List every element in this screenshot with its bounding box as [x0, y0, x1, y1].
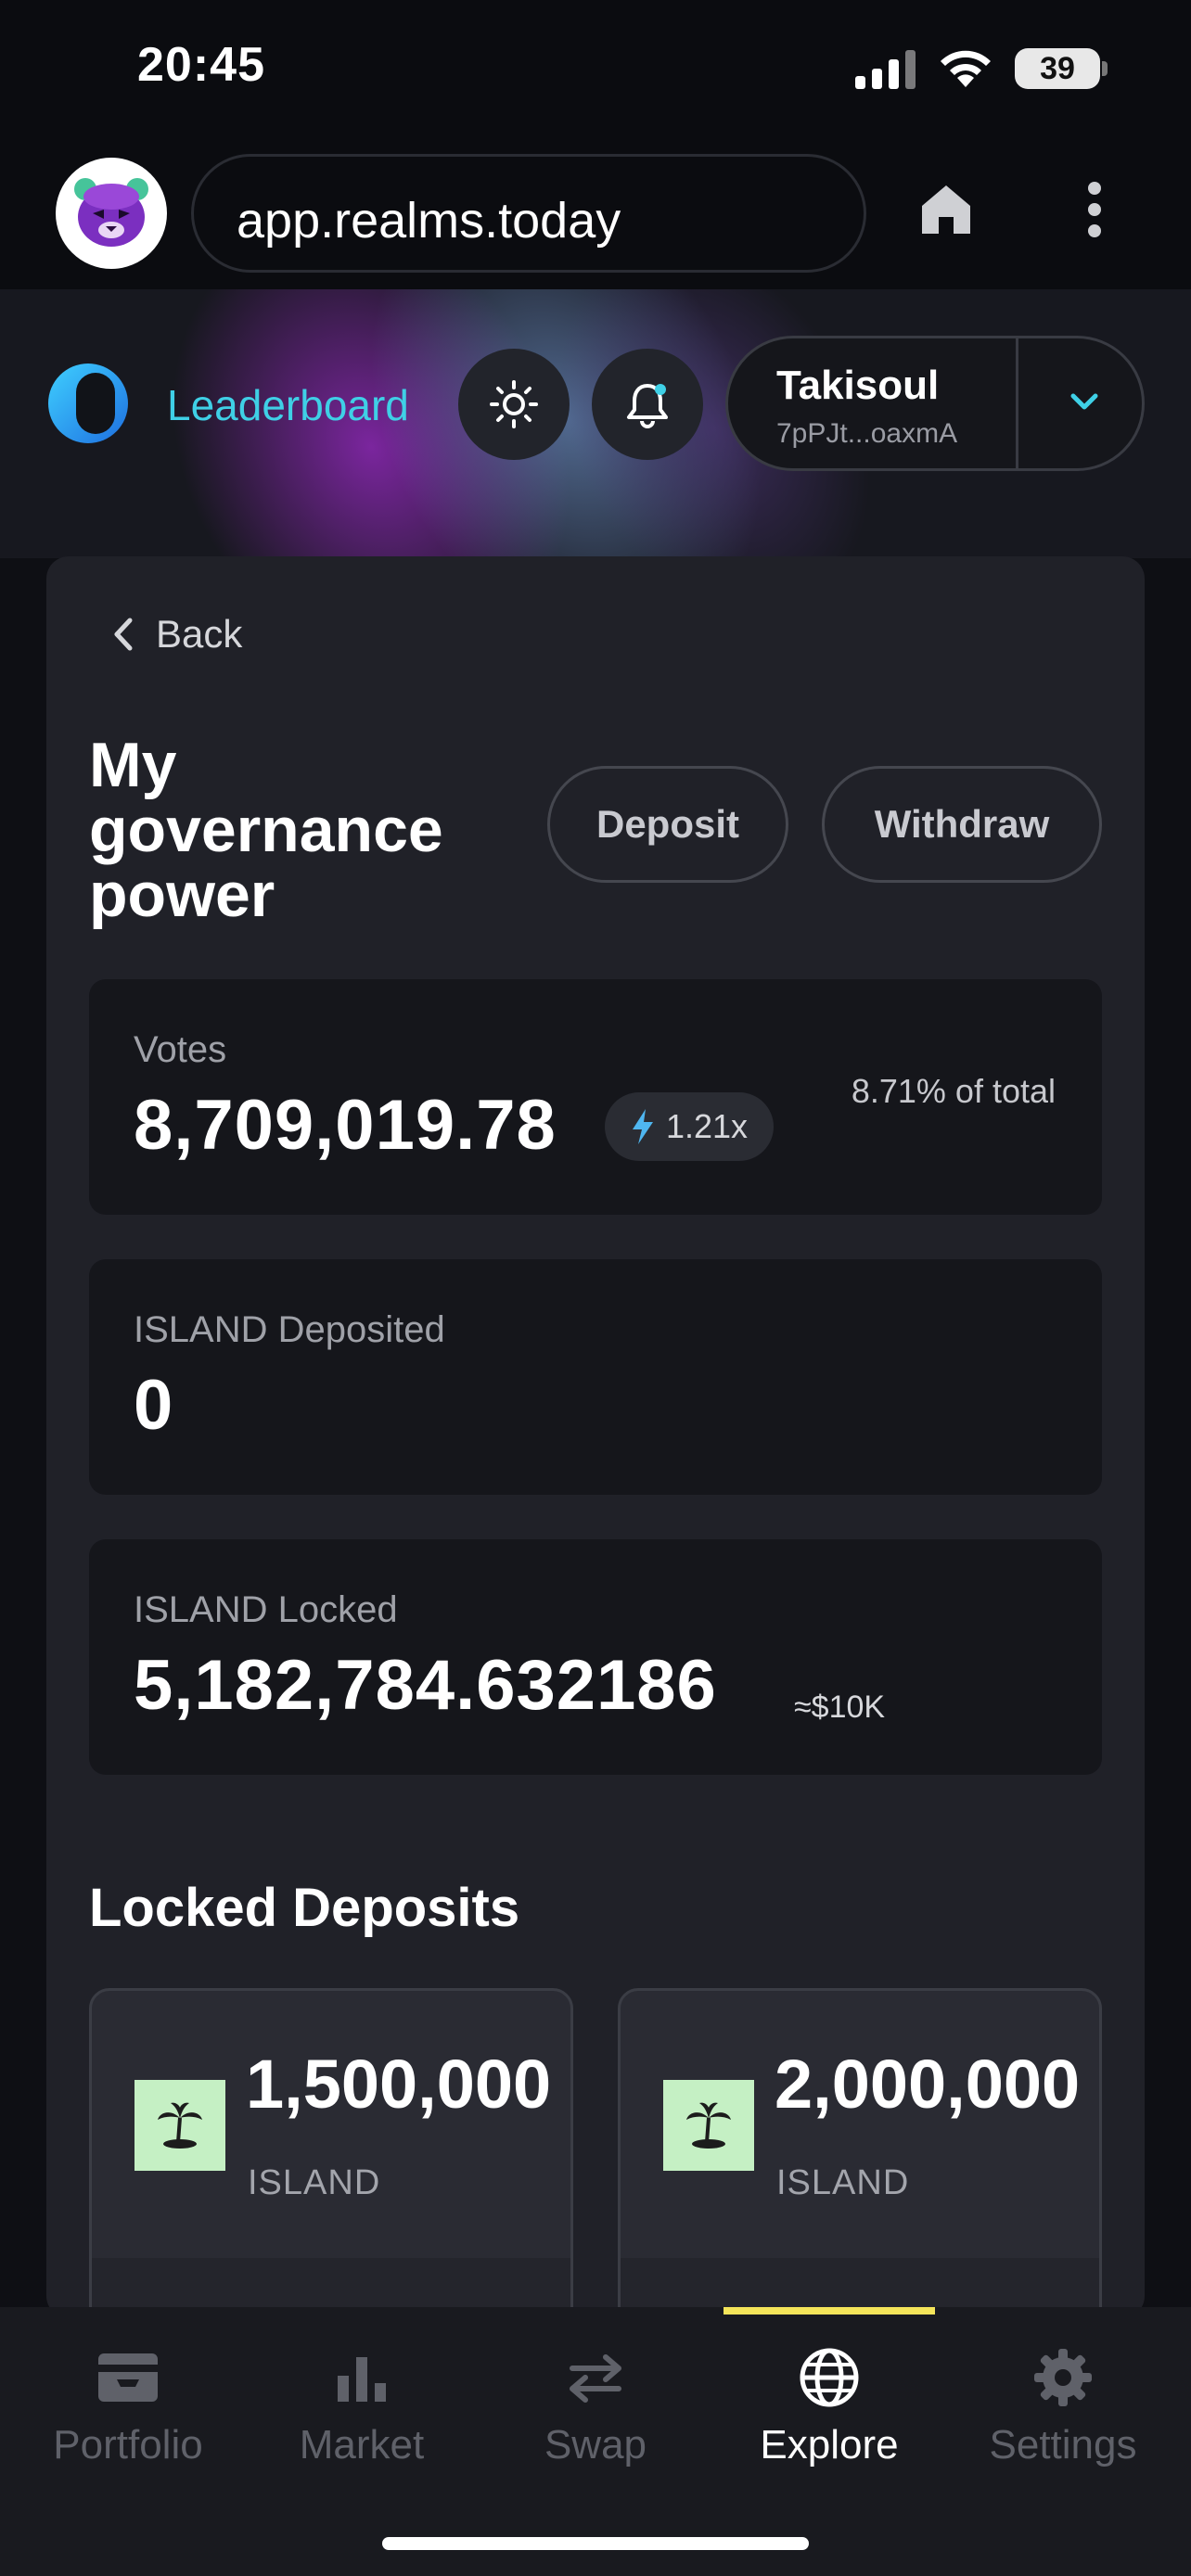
locked-deposits-title: Locked Deposits — [89, 1878, 520, 1938]
bar-chart-icon — [338, 2357, 386, 2402]
deposit-button[interactable]: Deposit — [547, 766, 788, 883]
browser-toolbar: app.realms.today — [0, 139, 1191, 289]
globe-icon — [800, 2348, 859, 2407]
leaderboard-link[interactable]: Leaderboard — [167, 380, 409, 430]
wifi-icon — [941, 50, 991, 87]
theme-toggle-button[interactable] — [458, 349, 570, 460]
votes-percent-total: 8.71% of total — [851, 1072, 1056, 1110]
nav-label: Portfolio — [53, 2422, 203, 2468]
wallet-name: Takisoul — [776, 363, 940, 408]
deposited-label: ISLAND Deposited — [134, 1309, 445, 1350]
deposited-value: 0 — [134, 1366, 174, 1445]
bottom-nav: Portfolio Market Swap Explore Settings — [0, 2307, 1191, 2576]
vote-multiplier-badge: 1.21x — [605, 1092, 774, 1161]
sun-icon — [490, 380, 538, 428]
realms-logo-icon[interactable] — [48, 363, 128, 443]
wallet-address: 7pPJt...oaxmA — [776, 418, 958, 449]
deposit-token: ISLAND — [248, 2163, 381, 2202]
deposit-amount: 2,000,000 — [775, 2046, 1081, 2123]
locked-deposit-tile[interactable]: 1,500,000 ISLAND — [89, 1988, 573, 2359]
wallet-icon — [98, 2353, 158, 2402]
locked-label: ISLAND Locked — [134, 1589, 398, 1630]
deposit-amount: 1,500,000 — [246, 2046, 552, 2123]
bell-icon — [627, 384, 668, 428]
lightning-icon — [632, 1109, 653, 1144]
status-time: 20:45 — [137, 38, 265, 92]
island-deposited-card: ISLAND Deposited 0 — [89, 1259, 1102, 1495]
nav-tab-swap[interactable]: Swap — [484, 2340, 707, 2468]
locked-usd-approx: ≈$10K — [794, 1690, 886, 1725]
governance-power-card: Back My governance power Deposit Withdra… — [46, 556, 1145, 2359]
votes-card: Votes 8,709,019.78 1.21x 8.71% of total — [89, 979, 1102, 1215]
island-locked-card: ISLAND Locked 5,182,784.632186 ≈$10K — [89, 1539, 1102, 1775]
back-label: Back — [156, 612, 243, 656]
locked-value: 5,182,784.632186 — [134, 1646, 717, 1725]
app-header: Leaderboard Takisoul 7pPJt...oaxmA — [0, 289, 1191, 558]
palm-tree-icon — [134, 2080, 225, 2171]
swap-arrows-icon — [570, 2354, 621, 2403]
multiplier-value: 1.21x — [665, 1107, 749, 1145]
kebab-menu-icon[interactable] — [1085, 182, 1104, 237]
chevron-left-icon — [114, 618, 133, 651]
nav-label: Market — [299, 2422, 425, 2468]
status-bar: 20:45 39 — [0, 0, 1191, 139]
home-indicator — [382, 2537, 809, 2550]
battery-tip — [1102, 61, 1108, 76]
votes-label: Votes — [134, 1029, 227, 1070]
back-button[interactable]: Back — [109, 612, 242, 657]
votes-value: 8,709,019.78 — [134, 1086, 557, 1165]
nav-tab-settings[interactable]: Settings — [952, 2340, 1174, 2468]
nav-tab-explore[interactable]: Explore — [718, 2340, 941, 2468]
battery-level: 39 — [1015, 48, 1100, 89]
palm-tree-icon — [663, 2080, 754, 2171]
withdraw-button[interactable]: Withdraw — [822, 766, 1102, 883]
url-text: app.realms.today — [237, 193, 621, 249]
nav-label: Swap — [544, 2422, 647, 2468]
deposit-token: ISLAND — [776, 2163, 910, 2202]
gear-icon — [1034, 2349, 1092, 2406]
page-title: My governance power — [89, 730, 443, 930]
active-tab-indicator — [724, 2307, 935, 2315]
wallet-divider — [1016, 338, 1018, 468]
nav-tab-portfolio[interactable]: Portfolio — [17, 2340, 239, 2468]
url-bar[interactable]: app.realms.today — [191, 154, 866, 273]
nav-tab-market[interactable]: Market — [250, 2340, 473, 2468]
nav-label: Explore — [760, 2422, 899, 2468]
notifications-button[interactable] — [592, 349, 703, 460]
locked-deposit-tile[interactable]: 2,000,000 ISLAND — [618, 1988, 1102, 2359]
home-icon[interactable] — [918, 182, 974, 237]
chevron-down-icon[interactable] — [1064, 381, 1105, 422]
cellular-signal-icon — [855, 48, 916, 89]
wallet-selector[interactable]: Takisoul 7pPJt...oaxmA — [725, 336, 1145, 471]
tiger-avatar-icon[interactable] — [56, 158, 167, 269]
nav-label: Settings — [989, 2422, 1137, 2468]
